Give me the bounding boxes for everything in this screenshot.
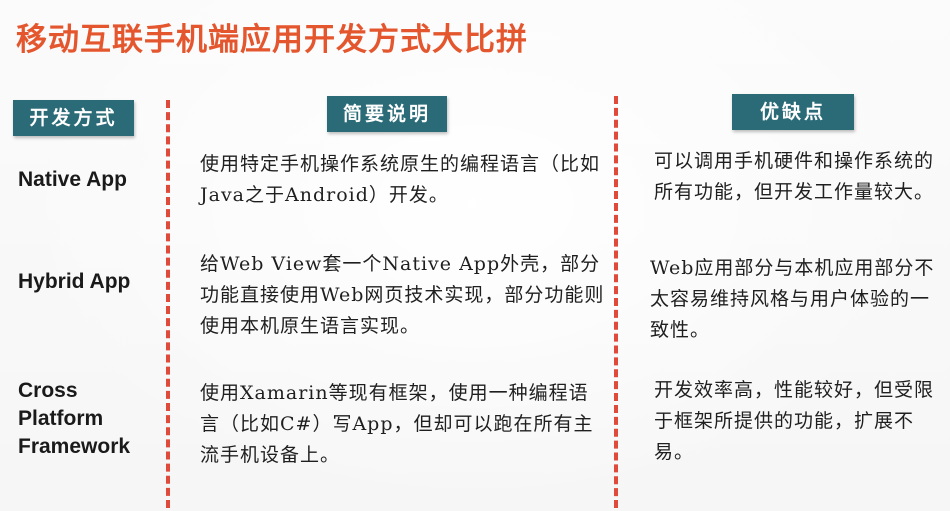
row-label-native-app: Native App	[18, 168, 127, 191]
description-native-app: 使用特定手机操作系统原生的编程语言（比如Java之于Android）开发。	[200, 153, 601, 206]
pros-cons-native-app: 可以调用手机硬件和操作系统的所有功能，但开发工作量较大。	[654, 150, 935, 203]
pros-cons-hybrid-app: Web应用部分与本机应用部分不太容易维持风格与用户体验的一致性。	[650, 257, 935, 341]
header-method: 开发方式	[13, 100, 134, 136]
pros-cons-cross-platform: 开发效率高，性能较好，但受限于框架所提供的功能，扩展不易。	[654, 379, 935, 463]
row-label-cross-platform: Cross Platform Framework	[18, 379, 131, 458]
column-divider-left	[166, 100, 170, 508]
slide-title: 移动互联手机端应用开发方式大比拼	[16, 22, 528, 58]
header-pros-cons: 优缺点	[732, 94, 854, 130]
description-hybrid-app: 给Web View套一个Native App外壳，部分功能直接使用Web网页技术…	[200, 253, 605, 337]
row-label-hybrid-app: Hybrid App	[18, 270, 131, 293]
column-divider-right	[614, 96, 618, 508]
header-description: 简要说明	[327, 96, 447, 132]
description-cross-platform: 使用Xamarin等现有框架，使用一种编程语言（比如C#）写App，但却可以跑在…	[200, 382, 594, 466]
